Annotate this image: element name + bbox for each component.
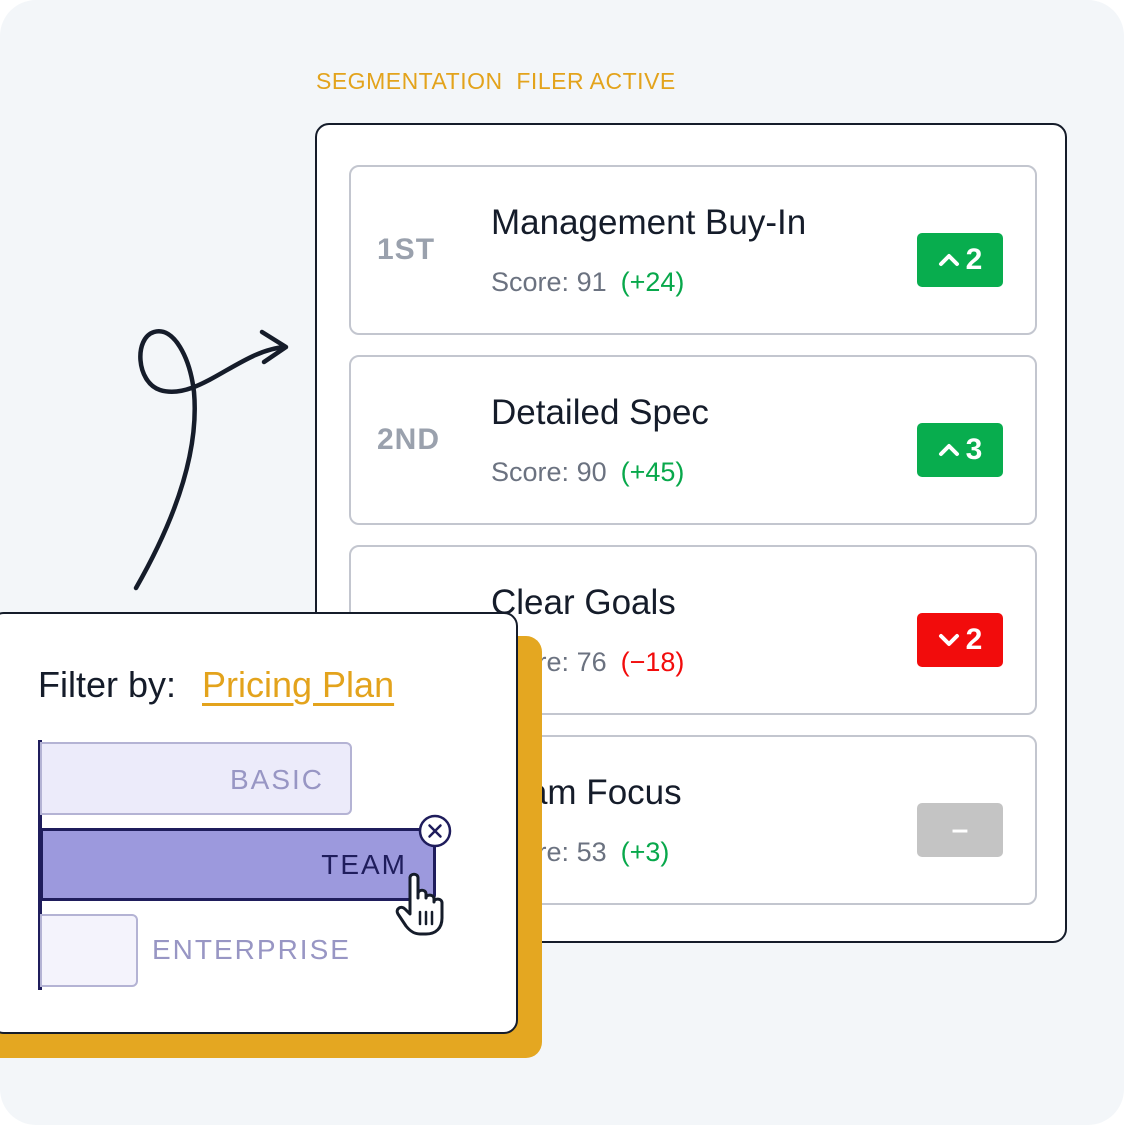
- bar-basic[interactable]: BASIC: [40, 742, 352, 815]
- chevron-up-icon: [938, 254, 959, 266]
- score-change: (+45): [620, 457, 685, 487]
- rank-change-badge: 2: [917, 613, 1003, 667]
- rank-change-badge: –: [917, 803, 1003, 857]
- score-change: (+24): [620, 267, 685, 297]
- badge-value: 3: [965, 433, 983, 466]
- segmentation-status-label: SEGMENTATION FILER ACTIVE: [316, 68, 676, 94]
- rank-card-2[interactable]: 2ND Detailed Spec Score: 90 (+45) 3: [349, 355, 1037, 525]
- rank-change-badge: 2: [917, 233, 1003, 287]
- rank-score: Score: 91 (+24): [491, 267, 684, 298]
- bar-label: BASIC: [229, 764, 324, 795]
- rank-change-badge: 3: [917, 423, 1003, 477]
- bar-enterprise[interactable]: [40, 914, 138, 987]
- rank-title: Detailed Spec: [491, 393, 709, 432]
- chevron-up-icon: [938, 444, 959, 456]
- rank-title: Management Buy-In: [491, 203, 807, 242]
- rank-position: 1ST: [377, 233, 436, 266]
- rank-card-1[interactable]: 1ST Management Buy-In Score: 91 (+24) 2: [349, 165, 1037, 335]
- score-change: (+3): [620, 837, 670, 867]
- badge-value: –: [951, 813, 969, 846]
- score-prefix: Score:: [491, 457, 570, 487]
- filter-label: Filter by:: [38, 664, 177, 705]
- close-circle-icon[interactable]: [418, 814, 452, 848]
- chevron-down-icon: [938, 634, 959, 646]
- rank-title: Clear Goals: [491, 583, 676, 622]
- score-value: 90: [576, 457, 607, 487]
- filter-card: Filter by: Pricing Plan BASIC TEAM ENTER…: [0, 612, 518, 1034]
- badge-value: 2: [965, 243, 983, 276]
- rank-score: Score: 90 (+45): [491, 457, 684, 488]
- bar-label: ENTERPRISE: [152, 934, 351, 965]
- score-prefix: Score:: [491, 267, 570, 297]
- badge-value: 2: [965, 623, 983, 656]
- bar-team[interactable]: TEAM: [40, 828, 436, 901]
- rank-position: 2ND: [377, 423, 441, 456]
- score-change: (−18): [620, 647, 685, 677]
- score-value: 53: [576, 837, 607, 867]
- canvas: SEGMENTATION FILER ACTIVE 1ST Management…: [0, 0, 1124, 1125]
- score-value: 76: [576, 647, 607, 677]
- score-value: 91: [576, 267, 607, 297]
- filter-dimension-link[interactable]: Pricing Plan: [202, 664, 394, 706]
- curly-arrow-icon: [133, 329, 289, 591]
- hand-pointer-icon: [395, 872, 444, 936]
